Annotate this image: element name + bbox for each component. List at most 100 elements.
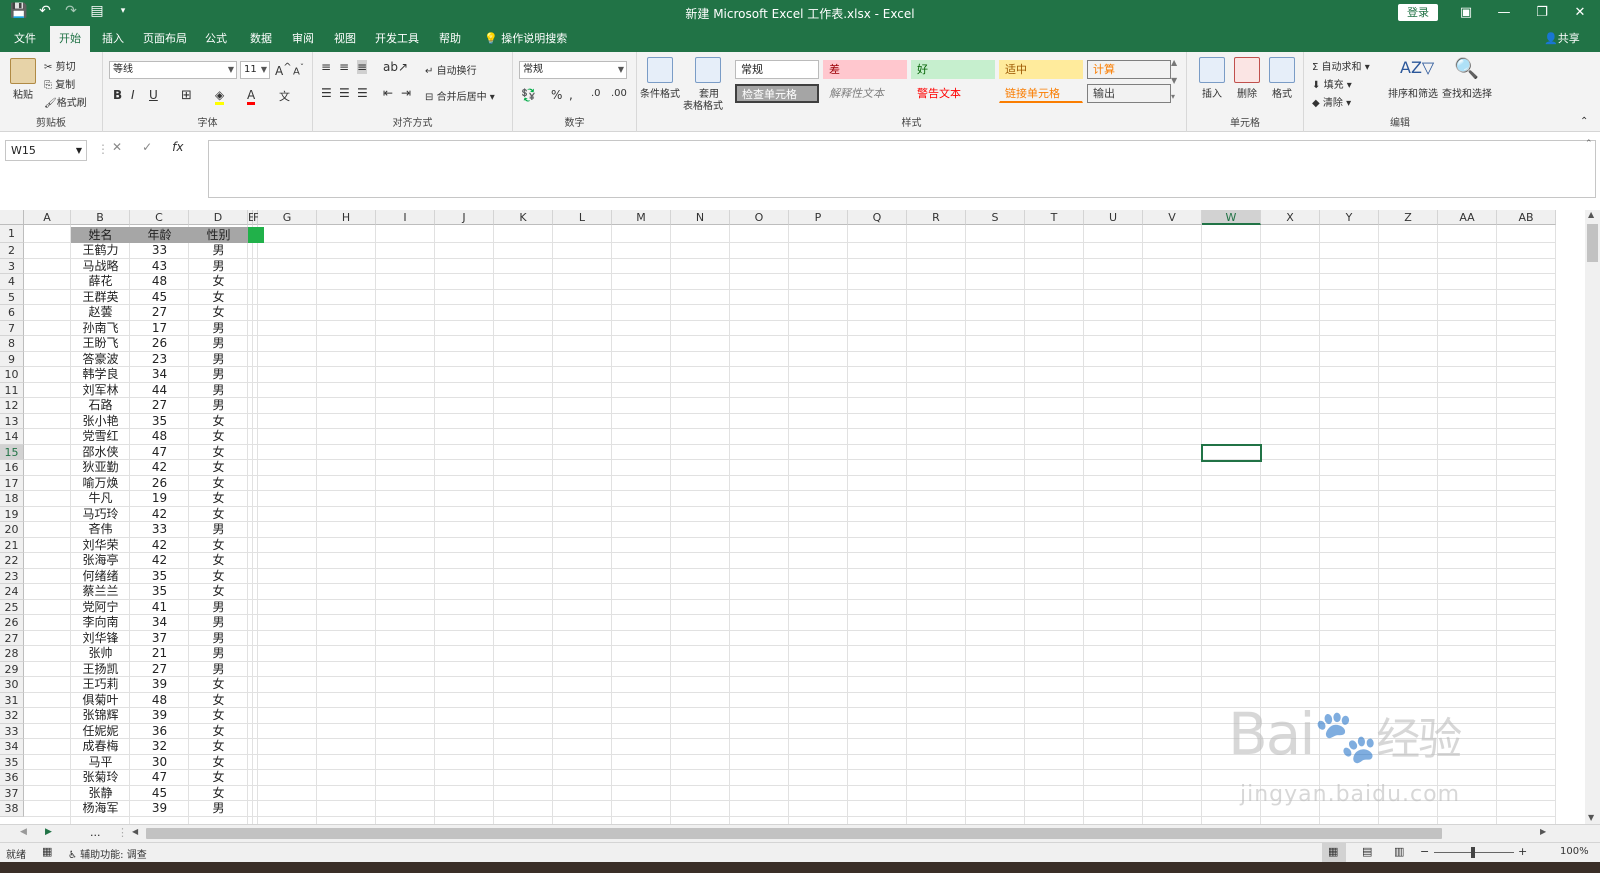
table-cell[interactable]: 女	[189, 445, 248, 461]
accessibility-status[interactable]: ♿ 辅助功能: 调查	[68, 846, 147, 861]
table-cell[interactable]: 女	[189, 677, 248, 693]
increase-indent-icon[interactable]: ⇥	[401, 86, 411, 100]
column-header-v[interactable]: V	[1143, 210, 1202, 225]
style-neutral[interactable]: 适中	[999, 60, 1083, 79]
decrease-decimal-icon[interactable]: .00	[611, 88, 627, 99]
align-right-icon[interactable]: ☰	[357, 86, 368, 100]
column-header-p[interactable]: P	[789, 210, 848, 225]
bold-icon[interactable]: B	[113, 88, 122, 102]
row-header-20[interactable]: 20	[0, 522, 24, 538]
table-cell[interactable]: 吝伟	[71, 522, 130, 538]
table-cell[interactable]: 36	[130, 724, 189, 740]
tab-split-handle[interactable]: ⋮	[117, 826, 128, 839]
tell-me-search[interactable]: 💡 操作说明搜索	[484, 26, 567, 52]
font-name-select[interactable]: 等线 ▼	[109, 61, 237, 79]
table-cell[interactable]: 女	[189, 305, 248, 321]
column-header-aa[interactable]: AA	[1438, 210, 1497, 225]
row-header-36[interactable]: 36	[0, 770, 24, 786]
column-header-c[interactable]: C	[130, 210, 189, 225]
tab-view[interactable]: 视图	[329, 26, 361, 52]
table-cell[interactable]: 41	[130, 600, 189, 616]
restore-icon[interactable]: ❐	[1532, 3, 1552, 23]
copy-button[interactable]: ⎘ 复制	[44, 76, 75, 91]
align-top-icon[interactable]: ≡	[321, 60, 331, 74]
table-format-icon[interactable]	[695, 57, 721, 83]
highlighted-cell[interactable]	[248, 227, 264, 243]
table-format-label-2[interactable]: 表格格式	[683, 97, 723, 112]
tab-help[interactable]: 帮助	[434, 26, 466, 52]
table-cell[interactable]: 女	[189, 414, 248, 430]
table-cell[interactable]: 33	[130, 522, 189, 538]
close-icon[interactable]: ✕	[1570, 3, 1590, 23]
name-box[interactable]: W15 ▼	[5, 140, 87, 161]
expand-formula-icon[interactable]: ⌃	[1585, 139, 1593, 149]
ribbon-display-icon[interactable]: ▣	[1456, 3, 1476, 23]
row-header-23[interactable]: 23	[0, 568, 24, 584]
column-header-x[interactable]: X	[1261, 210, 1320, 225]
table-cell[interactable]: 39	[130, 801, 189, 817]
table-cell[interactable]: 47	[130, 770, 189, 786]
table-cell[interactable]: 39	[130, 708, 189, 724]
table-cell[interactable]: 喻万焕	[71, 476, 130, 492]
tab-review[interactable]: 审阅	[287, 26, 319, 52]
share-button[interactable]: 👤共享	[1544, 26, 1580, 52]
column-header-z[interactable]: Z	[1379, 210, 1438, 225]
macro-record-icon[interactable]: ▦	[42, 845, 52, 858]
font-size-select[interactable]: 11 ▼	[240, 61, 270, 79]
underline-icon[interactable]: U	[149, 88, 158, 102]
sheet-next-icon[interactable]: ▶	[45, 827, 52, 837]
row-header-13[interactable]: 13	[0, 413, 24, 429]
table-cell[interactable]: 石路	[71, 398, 130, 414]
table-cell[interactable]: 何绪绪	[71, 569, 130, 585]
table-cell[interactable]: 23	[130, 352, 189, 368]
table-cell[interactable]: 42	[130, 460, 189, 476]
column-header-j[interactable]: J	[435, 210, 494, 225]
table-cell[interactable]: 男	[189, 383, 248, 399]
scroll-up-icon[interactable]: ▲	[1588, 210, 1594, 219]
row-header-4[interactable]: 4	[0, 274, 24, 290]
tab-developer[interactable]: 开发工具	[372, 26, 422, 52]
autosum-button[interactable]: Σ 自动求和 ▾	[1312, 58, 1370, 73]
vertical-scrollbar[interactable]: ▲ ▼	[1585, 210, 1600, 824]
table-cell[interactable]: 女	[189, 476, 248, 492]
table-cell[interactable]: 女	[189, 724, 248, 740]
table-cell[interactable]: 男	[189, 336, 248, 352]
align-bottom-icon[interactable]: ≡	[357, 60, 368, 74]
table-cell[interactable]: 杨海军	[71, 801, 130, 817]
column-header-q[interactable]: Q	[848, 210, 907, 225]
row-header-18[interactable]: 18	[0, 491, 24, 507]
table-cell[interactable]: 党阿宁	[71, 600, 130, 616]
table-cell[interactable]: 48	[130, 274, 189, 290]
table-header-cell[interactable]: 姓名	[71, 227, 130, 243]
style-good[interactable]: 好	[911, 60, 995, 79]
comma-icon[interactable]: ,	[569, 88, 573, 102]
column-header-m[interactable]: M	[612, 210, 671, 225]
row-header-12[interactable]: 12	[0, 398, 24, 414]
table-cell[interactable]: 张静	[71, 786, 130, 802]
scroll-left-icon[interactable]: ◀	[132, 827, 138, 836]
row-header-35[interactable]: 35	[0, 754, 24, 770]
table-cell[interactable]: 成春梅	[71, 739, 130, 755]
table-cell[interactable]: 刘华锋	[71, 631, 130, 647]
column-header-b[interactable]: B	[71, 210, 130, 225]
zoom-level[interactable]: 100%	[1560, 846, 1589, 857]
table-cell[interactable]: 42	[130, 507, 189, 523]
column-header-s[interactable]: S	[966, 210, 1025, 225]
row-header-11[interactable]: 11	[0, 382, 24, 398]
scroll-down-icon[interactable]: ▼	[1588, 813, 1594, 822]
row-header-16[interactable]: 16	[0, 460, 24, 476]
fill-button[interactable]: ⬇ 填充 ▾	[1312, 76, 1352, 91]
worksheet-grid[interactable]: A B C D E F G H I J K L M N O P Q R S T U V W X Y Z AA AB 1 2 3 4 5 6 7 8 9 1…	[0, 210, 1584, 824]
conditional-format-button[interactable]: 条件格式	[640, 85, 680, 100]
table-cell[interactable]: 男	[189, 646, 248, 662]
column-header-a[interactable]: A	[24, 210, 71, 225]
table-cell[interactable]: 女	[189, 538, 248, 554]
table-cell[interactable]: 王盼飞	[71, 336, 130, 352]
style-explanatory[interactable]: 解释性文本	[823, 84, 907, 103]
gallery-more-icon[interactable]: ▾	[1171, 92, 1175, 101]
table-cell[interactable]: 刘军林	[71, 383, 130, 399]
table-cell[interactable]: 男	[189, 321, 248, 337]
align-center-icon[interactable]: ☰	[339, 86, 350, 100]
table-cell[interactable]: 32	[130, 739, 189, 755]
table-cell[interactable]: 48	[130, 429, 189, 445]
